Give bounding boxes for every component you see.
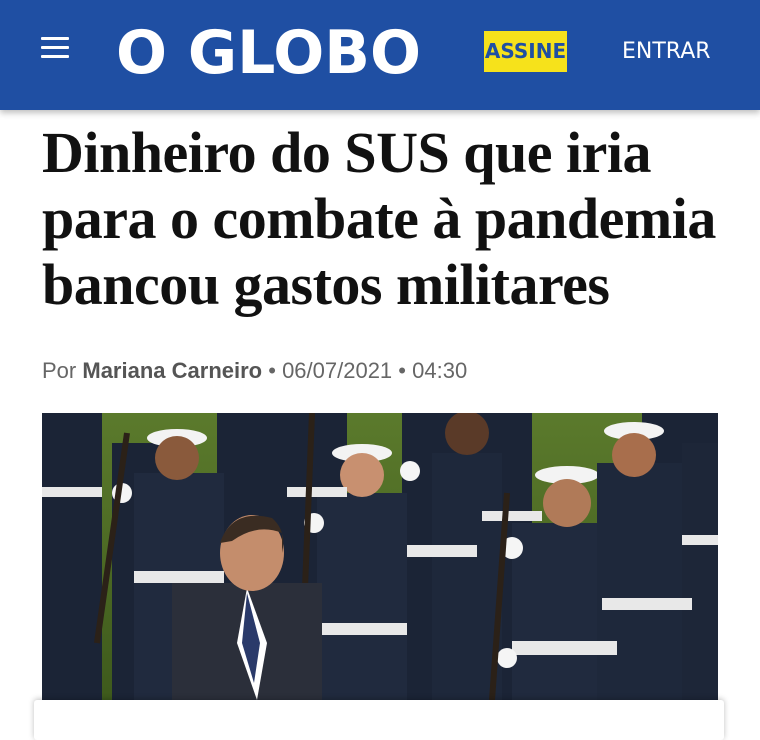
author-name[interactable]: Mariana Carneiro [82, 358, 262, 383]
hamburger-menu-icon[interactable] [41, 37, 69, 59]
content-card [34, 700, 724, 740]
byline-separator-2: • [398, 358, 406, 383]
article-headline: Dinheiro do SUS que iria para o combate … [42, 120, 716, 317]
top-navigation-bar: O GLOBO ASSINE ENTRAR [0, 0, 760, 110]
publish-time: 04:30 [412, 358, 468, 383]
byline-prefix: Por [42, 358, 77, 383]
article-hero-image[interactable] [42, 413, 718, 700]
subscribe-button[interactable]: ASSINE [484, 31, 567, 72]
article-byline: Por Mariana Carneiro • 06/07/2021 • 04:3… [42, 356, 732, 386]
login-link[interactable]: ENTRAR [622, 34, 711, 70]
byline-separator: • [268, 358, 276, 383]
publish-date: 06/07/2021 [282, 358, 393, 383]
site-logo[interactable]: O GLOBO [116, 18, 421, 88]
hero-photo [42, 413, 718, 700]
